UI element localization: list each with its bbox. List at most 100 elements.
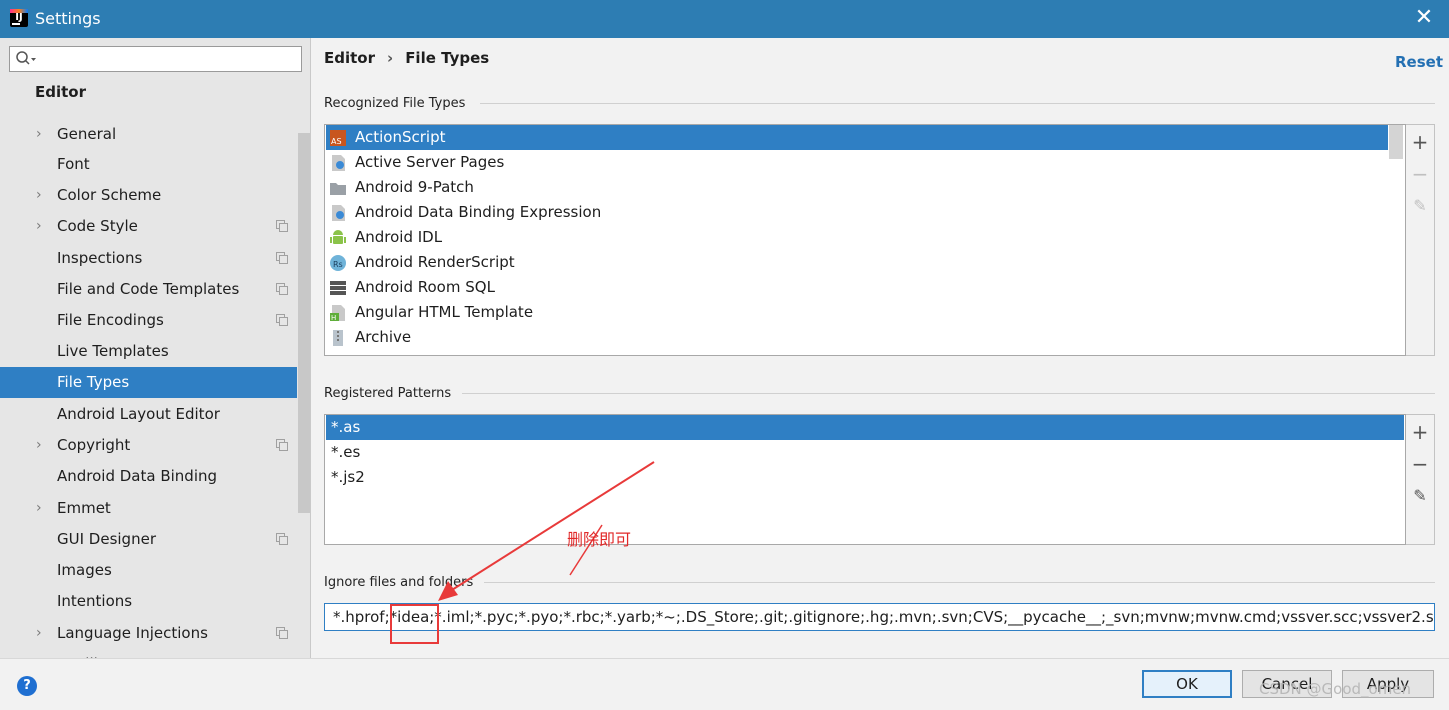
svg-text:H: H xyxy=(331,314,336,322)
search-box[interactable] xyxy=(9,46,302,72)
sidebar-item[interactable]: Spelling xyxy=(0,649,310,658)
file-type-row[interactable]: Archive xyxy=(326,325,1404,350)
add-file-type-icon[interactable]: + xyxy=(1410,132,1430,152)
file-type-label: Angular HTML Template xyxy=(355,303,534,321)
project-settings-icon xyxy=(276,439,288,451)
sidebar-item-label: Code Style xyxy=(57,217,138,235)
search-input[interactable] xyxy=(40,49,295,69)
project-settings-icon xyxy=(276,220,288,232)
sidebar-item[interactable]: Images xyxy=(0,555,310,586)
sidebar-scrollbar-thumb[interactable] xyxy=(298,133,310,513)
sidebar-item-label: GUI Designer xyxy=(57,530,156,548)
sidebar-section-editor[interactable]: Editor xyxy=(35,83,86,101)
file-type-row[interactable]: Android 9-Patch xyxy=(326,175,1404,200)
sidebar-item-label: File and Code Templates xyxy=(57,280,240,298)
chevron-right-icon[interactable]: › xyxy=(36,119,46,150)
project-settings-icon xyxy=(276,252,288,264)
ok-button[interactable]: OK xyxy=(1142,670,1232,698)
file-type-label: ActionScript xyxy=(355,128,446,146)
project-settings-icon xyxy=(276,314,288,326)
sidebar-item[interactable]: Live Templates xyxy=(0,336,310,367)
intellij-logo-icon: IJ xyxy=(10,9,28,27)
sidebar-item[interactable]: › Emmet xyxy=(0,493,310,524)
file-type-label: Android Data Binding Expression xyxy=(355,203,602,221)
android-icon xyxy=(330,230,346,244)
sidebar-item[interactable]: › General xyxy=(0,119,310,150)
renderscript-icon: Rs xyxy=(330,255,346,271)
remove-file-type-icon[interactable]: − xyxy=(1410,164,1430,184)
chevron-right-icon[interactable]: › xyxy=(36,430,46,461)
sidebar-item-label: Spelling xyxy=(57,649,117,658)
sidebar-item-label: Language Injections xyxy=(57,624,208,642)
sidebar-item[interactable]: › Color Scheme xyxy=(0,180,310,211)
title-bar: IJ Settings ✕ xyxy=(0,0,1449,38)
sidebar-item-label: Intentions xyxy=(57,592,133,610)
file-type-row[interactable]: AS ActionScript xyxy=(326,125,1388,150)
archive-icon xyxy=(333,330,343,346)
sidebar-item[interactable]: Android Data Binding xyxy=(0,461,310,492)
add-pattern-icon[interactable]: + xyxy=(1410,422,1430,442)
edit-pattern-icon[interactable]: ✎ xyxy=(1410,486,1430,506)
file-type-label: Android Room SQL xyxy=(355,278,495,296)
edit-file-type-icon[interactable]: ✎ xyxy=(1410,196,1430,216)
sidebar-item-label: Images xyxy=(57,561,112,579)
file-type-label: Archive xyxy=(355,328,412,346)
file-type-row[interactable]: Android Room SQL xyxy=(326,275,1404,300)
file-type-row[interactable]: H Angular HTML Template xyxy=(326,300,1404,325)
sidebar-item[interactable]: Android Layout Editor xyxy=(0,399,310,430)
breadcrumb: Editor › File Types xyxy=(324,49,489,67)
pattern-row[interactable]: *.as xyxy=(326,415,1404,440)
project-settings-icon xyxy=(276,533,288,545)
file-type-row[interactable]: Android IDL xyxy=(326,225,1404,250)
settings-sidebar: Editor › General Font › Color Scheme › Code St… xyxy=(0,38,311,658)
patterns-toolbar: + − ✎ xyxy=(1406,414,1435,545)
html-file-icon: H xyxy=(330,305,345,322)
settings-window: IJ Settings ✕ Editor › General Font › Color … xyxy=(0,0,1449,710)
sidebar-item-label: Emmet xyxy=(57,499,111,517)
sidebar-item[interactable]: File Encodings xyxy=(0,305,310,336)
pattern-label: *.es xyxy=(331,443,361,461)
sidebar-item[interactable]: File Types xyxy=(0,367,310,398)
file-type-row[interactable]: Android Data Binding Expression xyxy=(326,200,1404,225)
close-icon[interactable]: ✕ xyxy=(1413,7,1435,29)
svg-text:AS: AS xyxy=(331,137,342,146)
sidebar-item-label: Live Templates xyxy=(57,342,169,360)
chevron-right-icon[interactable]: › xyxy=(36,180,46,211)
chevron-right-icon[interactable]: › xyxy=(36,493,46,524)
breadcrumb-parent[interactable]: Editor xyxy=(324,49,375,67)
sidebar-item[interactable]: Inspections xyxy=(0,243,310,274)
reset-link[interactable]: Reset xyxy=(1395,53,1443,71)
file-type-label: Android RenderScript xyxy=(355,253,515,271)
help-icon[interactable]: ? xyxy=(17,676,37,696)
sidebar-item-label: File Encodings xyxy=(57,311,164,329)
file-type-row[interactable]: Rs Android RenderScript xyxy=(326,250,1404,275)
actionscript-icon: AS xyxy=(330,130,346,146)
divider xyxy=(480,103,1435,104)
sidebar-item[interactable]: › Copyright xyxy=(0,430,310,461)
file-type-label: Active Server Pages xyxy=(355,153,505,171)
sidebar-item[interactable]: › Language Injections xyxy=(0,618,310,649)
sidebar-item[interactable]: Font xyxy=(0,149,310,180)
project-settings-icon xyxy=(276,627,288,639)
recognized-file-types-title: Recognized File Types xyxy=(324,96,466,111)
file-type-row[interactable]: Active Server Pages xyxy=(326,150,1404,175)
recognized-file-types-list[interactable]: AS ActionScript Active Server Pages Android… xyxy=(324,124,1406,356)
sidebar-item-label: Android Data Binding xyxy=(57,467,218,485)
sidebar-item[interactable]: File and Code Templates xyxy=(0,274,310,305)
sidebar-item[interactable]: › Code Style xyxy=(0,211,310,242)
sidebar-item[interactable]: GUI Designer xyxy=(0,524,310,555)
remove-pattern-icon[interactable]: − xyxy=(1410,454,1430,474)
watermark: CSDN @Good_omen xyxy=(1259,680,1412,698)
database-icon xyxy=(330,281,346,295)
sidebar-item[interactable]: Intentions xyxy=(0,586,310,617)
sidebar-item-label: Inspections xyxy=(57,249,143,267)
file-types-scrollbar-thumb[interactable] xyxy=(1389,125,1403,159)
folder-icon xyxy=(330,183,346,195)
asp-file-icon xyxy=(332,155,345,171)
chevron-right-icon[interactable]: › xyxy=(36,211,46,242)
sidebar-item-label: File Types xyxy=(57,373,130,391)
chevron-right-icon[interactable]: › xyxy=(36,618,46,649)
divider xyxy=(462,393,1435,394)
file-type-label: Android 9-Patch xyxy=(355,178,474,196)
svg-text:Rs: Rs xyxy=(333,260,343,269)
